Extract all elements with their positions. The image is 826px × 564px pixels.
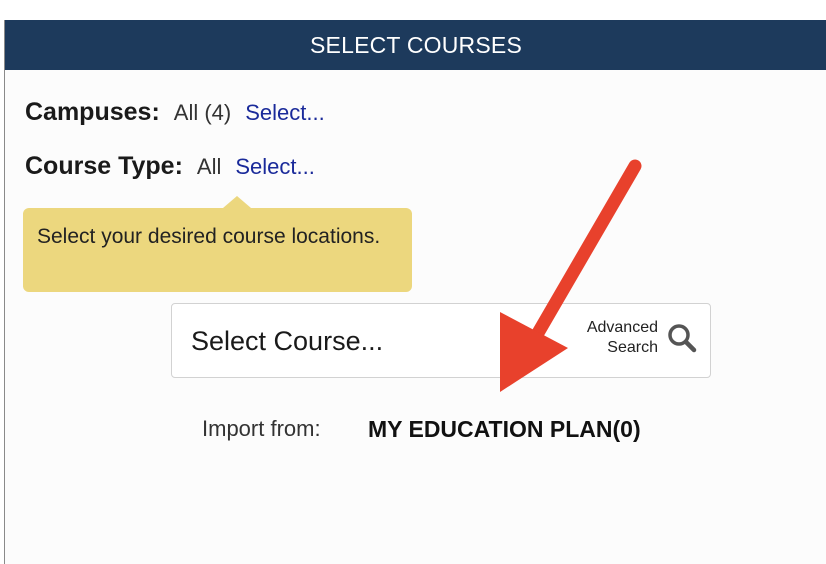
course-search-box[interactable]: Select Course... Advanced Search xyxy=(171,303,711,378)
panel-header: SELECT COURSES xyxy=(5,20,826,70)
course-type-select-link[interactable]: Select... xyxy=(235,154,314,180)
tooltip-text: Select your desired course locations. xyxy=(37,225,381,248)
locations-tooltip: Select your desired course locations. xyxy=(23,196,412,292)
magnifier-icon[interactable] xyxy=(666,322,698,354)
select-courses-panel: SELECT COURSES Campuses: All (4) Select.… xyxy=(4,20,826,564)
course-type-label: Course Type: xyxy=(25,152,183,180)
advanced-search-line1: Advanced xyxy=(586,319,658,336)
advanced-search-button[interactable]: Advanced Search xyxy=(587,318,698,358)
top-strip xyxy=(0,0,826,20)
campuses-label: Campuses: xyxy=(25,98,160,126)
campuses-value: All (4) xyxy=(173,100,232,125)
import-from-label: Import from: xyxy=(202,416,321,441)
course-type-value: All xyxy=(196,154,222,179)
campuses-select-link[interactable]: Select... xyxy=(245,100,324,126)
advanced-search-line2: Search xyxy=(607,339,658,356)
tooltip-pointer xyxy=(223,196,251,208)
advanced-search-label: Advanced Search xyxy=(587,318,658,358)
course-type-filter: Course Type: All Select... xyxy=(25,152,315,181)
course-search-input[interactable]: Select Course... xyxy=(191,326,383,357)
my-education-plan-link[interactable]: MY EDUCATION PLAN(0) xyxy=(368,416,641,443)
campuses-filter: Campuses: All (4) Select... xyxy=(25,98,325,127)
panel-title: SELECT COURSES xyxy=(310,31,522,58)
